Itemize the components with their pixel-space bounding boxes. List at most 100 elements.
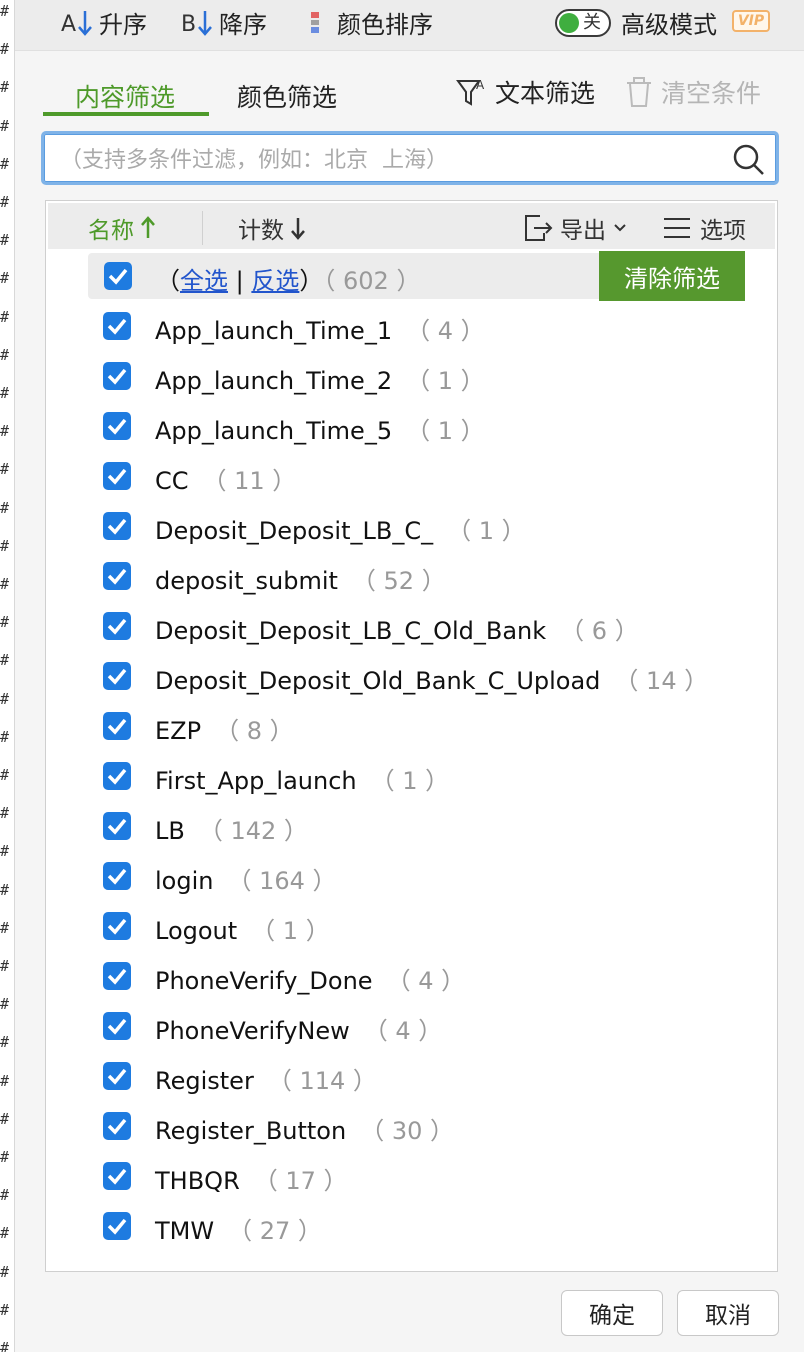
item-checkbox[interactable] bbox=[103, 312, 131, 340]
list-item[interactable]: App_launch_Time_1 （ 4 ） bbox=[87, 303, 777, 349]
select-all-checkbox[interactable] bbox=[104, 262, 132, 290]
gutter-mark: # bbox=[0, 307, 10, 326]
advanced-mode-label: 高级模式 bbox=[621, 6, 717, 39]
search-box bbox=[41, 131, 779, 185]
tab-color-filter[interactable]: 颜色筛选 bbox=[237, 78, 337, 114]
list-item[interactable]: Register_Button （ 30 ） bbox=[87, 1103, 777, 1149]
item-label: App_launch_Time_2 （ 1 ） bbox=[155, 361, 485, 396]
item-checkbox[interactable] bbox=[103, 1012, 131, 1040]
check-icon bbox=[107, 368, 127, 385]
tab-content-filter[interactable]: 内容筛选 bbox=[75, 78, 175, 114]
item-checkbox[interactable] bbox=[103, 512, 131, 540]
item-name: Deposit_Deposit_LB_C_Old_Bank bbox=[155, 617, 547, 645]
item-checkbox[interactable] bbox=[103, 912, 131, 940]
list-item[interactable]: Deposit_Deposit_Old_Bank_C_Upload （ 14 ） bbox=[87, 653, 777, 699]
check-icon bbox=[107, 868, 127, 885]
gutter-mark: # bbox=[0, 957, 10, 975]
item-checkbox[interactable] bbox=[103, 412, 131, 440]
options-button[interactable]: 选项 bbox=[662, 211, 746, 245]
item-checkbox[interactable] bbox=[103, 712, 131, 740]
list-item[interactable]: Logout （ 1 ） bbox=[87, 903, 777, 949]
gutter-mark: # bbox=[0, 460, 10, 479]
item-count: （ 8 ） bbox=[215, 717, 294, 745]
text-filter-label: 文本筛选 bbox=[495, 79, 596, 108]
item-label: CC （ 11 ） bbox=[155, 461, 296, 496]
item-checkbox[interactable] bbox=[103, 1212, 131, 1240]
item-count: （ 1 ） bbox=[370, 767, 450, 795]
search-input[interactable] bbox=[58, 142, 722, 178]
search-icon[interactable] bbox=[732, 143, 766, 177]
advanced-mode-toggle[interactable]: 关 bbox=[555, 9, 611, 37]
item-checkbox[interactable] bbox=[103, 662, 131, 690]
list-item[interactable]: Deposit_Deposit_LB_C_ （ 1 ） bbox=[87, 503, 777, 549]
check-icon bbox=[107, 668, 127, 685]
item-count: （ 142 ） bbox=[198, 817, 308, 845]
item-checkbox[interactable] bbox=[103, 1112, 131, 1140]
list-item[interactable]: deposit_submit （ 52 ） bbox=[87, 553, 777, 599]
arrow-down-icon bbox=[291, 218, 305, 240]
gutter-mark: # bbox=[0, 842, 10, 861]
list-item[interactable]: PhoneVerify_Done （ 4 ） bbox=[87, 953, 777, 999]
item-checkbox[interactable] bbox=[103, 962, 131, 990]
item-checkbox[interactable] bbox=[103, 612, 131, 640]
item-name: App_launch_Time_2 bbox=[155, 367, 393, 395]
gutter-mark: # bbox=[0, 613, 10, 632]
item-checkbox[interactable] bbox=[103, 862, 131, 890]
check-icon bbox=[107, 1118, 127, 1135]
item-checkbox[interactable] bbox=[103, 362, 131, 390]
item-count: （ 6 ） bbox=[560, 617, 639, 645]
check-icon bbox=[107, 818, 127, 835]
sort-desc-button[interactable]: B 降序 bbox=[179, 6, 267, 39]
cancel-button[interactable]: 取消 bbox=[677, 1290, 779, 1336]
item-checkbox[interactable] bbox=[103, 1062, 131, 1090]
item-count: （ 52 ） bbox=[351, 567, 446, 595]
sort-by-count-button[interactable]: 计数 bbox=[238, 211, 308, 245]
list-item[interactable]: LB （ 142 ） bbox=[87, 803, 777, 849]
list-item[interactable]: Register （ 114 ） bbox=[87, 1053, 777, 1099]
item-count: （ 11 ） bbox=[202, 467, 297, 495]
sort-desc-icon: B bbox=[181, 11, 212, 37]
item-checkbox[interactable] bbox=[103, 462, 131, 490]
ok-button[interactable]: 确定 bbox=[561, 1290, 663, 1336]
list-item[interactable]: Deposit_Deposit_LB_C_Old_Bank （ 6 ） bbox=[87, 603, 777, 649]
item-label: Register （ 114 ） bbox=[155, 1061, 377, 1096]
sort-asc-button[interactable]: A 升序 bbox=[59, 6, 147, 39]
item-checkbox[interactable] bbox=[103, 562, 131, 590]
list-item[interactable]: TMW （ 27 ） bbox=[87, 1203, 777, 1249]
clear-conditions-button[interactable]: 清空条件 bbox=[623, 76, 761, 108]
list-item[interactable]: App_launch_Time_2 （ 1 ） bbox=[87, 353, 777, 399]
gutter-mark: # bbox=[0, 116, 10, 135]
export-label: 导出 bbox=[560, 218, 606, 244]
filter-panel: A 升序 B 降序 颜色排序 关 高级模式 VIP 内容筛选 颜色筛选 A 文本… bbox=[15, 0, 804, 1352]
item-checkbox[interactable] bbox=[103, 1162, 131, 1190]
svg-text:A: A bbox=[476, 78, 485, 92]
list-item[interactable]: EZP （ 8 ） bbox=[87, 703, 777, 749]
sort-asc-label: 升序 bbox=[99, 10, 147, 39]
text-filter-button[interactable]: A 文本筛选 bbox=[455, 76, 595, 108]
select-all-link[interactable]: 全选 bbox=[180, 267, 228, 295]
color-sort-button[interactable]: 颜色排序 bbox=[307, 6, 433, 39]
list-item[interactable]: CC （ 11 ） bbox=[87, 453, 777, 499]
arrow-up-icon bbox=[141, 216, 155, 238]
item-count: （ 114 ） bbox=[267, 1067, 377, 1095]
list-item[interactable]: PhoneVerifyNew （ 4 ） bbox=[87, 1003, 777, 1049]
invert-selection-link[interactable]: 反选 bbox=[251, 267, 299, 295]
item-checkbox[interactable] bbox=[103, 812, 131, 840]
check-icon bbox=[107, 768, 127, 785]
gutter-mark: # bbox=[0, 1033, 10, 1052]
list-item[interactable]: THBQR （ 17 ） bbox=[87, 1153, 777, 1199]
sort-by-name-button[interactable]: 名称 bbox=[88, 211, 158, 245]
gutter-mark: # bbox=[0, 689, 10, 708]
list-item[interactable]: login （ 164 ） bbox=[87, 853, 777, 899]
clear-filter-button[interactable]: 清除筛选 bbox=[599, 251, 745, 301]
item-count: （ 1 ） bbox=[251, 917, 330, 945]
item-label: deposit_submit （ 52 ） bbox=[155, 561, 446, 596]
export-button[interactable]: 导出 bbox=[522, 211, 628, 245]
options-label: 选项 bbox=[700, 218, 746, 244]
total-count: （ 602 ） bbox=[323, 267, 421, 295]
item-label: Deposit_Deposit_Old_Bank_C_Upload （ 14 ） bbox=[155, 661, 708, 696]
item-checkbox[interactable] bbox=[103, 762, 131, 790]
list-item[interactable]: App_launch_Time_5 （ 1 ） bbox=[87, 403, 777, 449]
item-name: Logout bbox=[155, 917, 238, 945]
list-item[interactable]: First_App_launch （ 1 ） bbox=[87, 753, 777, 799]
